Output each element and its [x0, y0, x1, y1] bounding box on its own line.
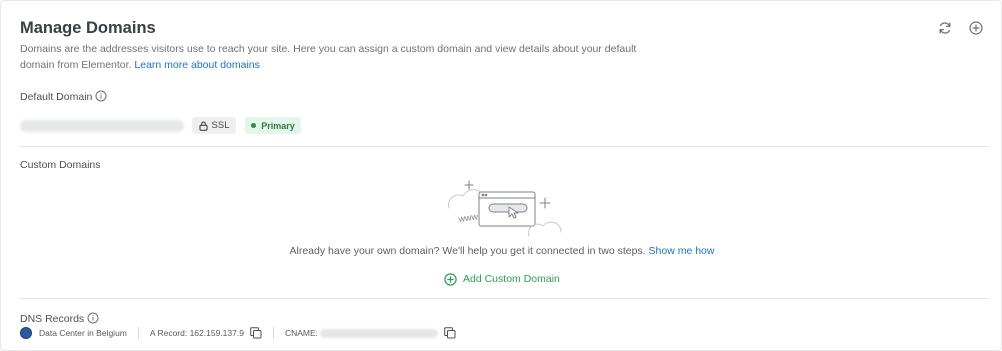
default-domain-label: Default Domain — [20, 91, 93, 103]
primary-badge: Primary — [245, 117, 301, 134]
page-title: Manage Domains — [20, 19, 156, 37]
globe-icon — [20, 327, 32, 339]
plus-circle-icon — [444, 272, 457, 286]
www-text: www — [457, 211, 479, 224]
divider — [20, 146, 989, 147]
dns-records-heading: DNS Records — [20, 312, 99, 325]
lock-icon — [198, 121, 208, 131]
separator — [137, 327, 139, 339]
show-me-how-link[interactable]: Show me how — [649, 245, 715, 257]
cname-value-redacted — [320, 328, 438, 338]
custom-domains-label: Custom Domains — [20, 159, 101, 171]
manage-domains-card: Manage Domains Domains are the addresses… — [0, 0, 1002, 351]
browser-domain-illustration-icon: www — [448, 180, 562, 237]
description-text: Domains are the addresses visitors use t… — [20, 43, 637, 71]
info-icon[interactable] — [87, 312, 99, 324]
copy-icon[interactable] — [444, 327, 456, 339]
copy-icon[interactable] — [250, 327, 262, 339]
primary-label: Primary — [261, 120, 295, 131]
separator — [272, 327, 274, 339]
learn-more-link[interactable]: Learn more about domains — [134, 59, 260, 71]
status-dot-icon — [251, 123, 257, 128]
custom-domains-empty-state: Already have your own domain? We'll help… — [1, 245, 1002, 257]
ssl-label: SSL — [211, 120, 230, 131]
empty-state-text: Already have your own domain? We'll help… — [289, 245, 646, 257]
info-icon[interactable] — [95, 90, 107, 102]
default-domain-heading: Default Domain — [20, 90, 107, 103]
ssl-badge: SSL — [192, 117, 236, 134]
add-circle-icon[interactable] — [968, 20, 984, 36]
default-domain-value-redacted — [20, 120, 184, 132]
divider — [20, 298, 989, 299]
cname-label: CNAME: — [284, 328, 318, 338]
dns-records-label: DNS Records — [20, 313, 85, 325]
add-custom-domain-label: Add Custom Domain — [463, 273, 560, 285]
add-custom-domain-button[interactable]: Add Custom Domain — [444, 271, 560, 287]
a-record-text: A Record: 162.159.137.9 — [149, 328, 244, 338]
data-center-text: Data Center in Belgium — [39, 328, 127, 338]
page-description: Domains are the addresses visitors use t… — [20, 42, 660, 73]
dns-records-row: Data Center in Belgium A Record: 162.159… — [20, 326, 456, 340]
refresh-icon[interactable] — [937, 20, 953, 36]
